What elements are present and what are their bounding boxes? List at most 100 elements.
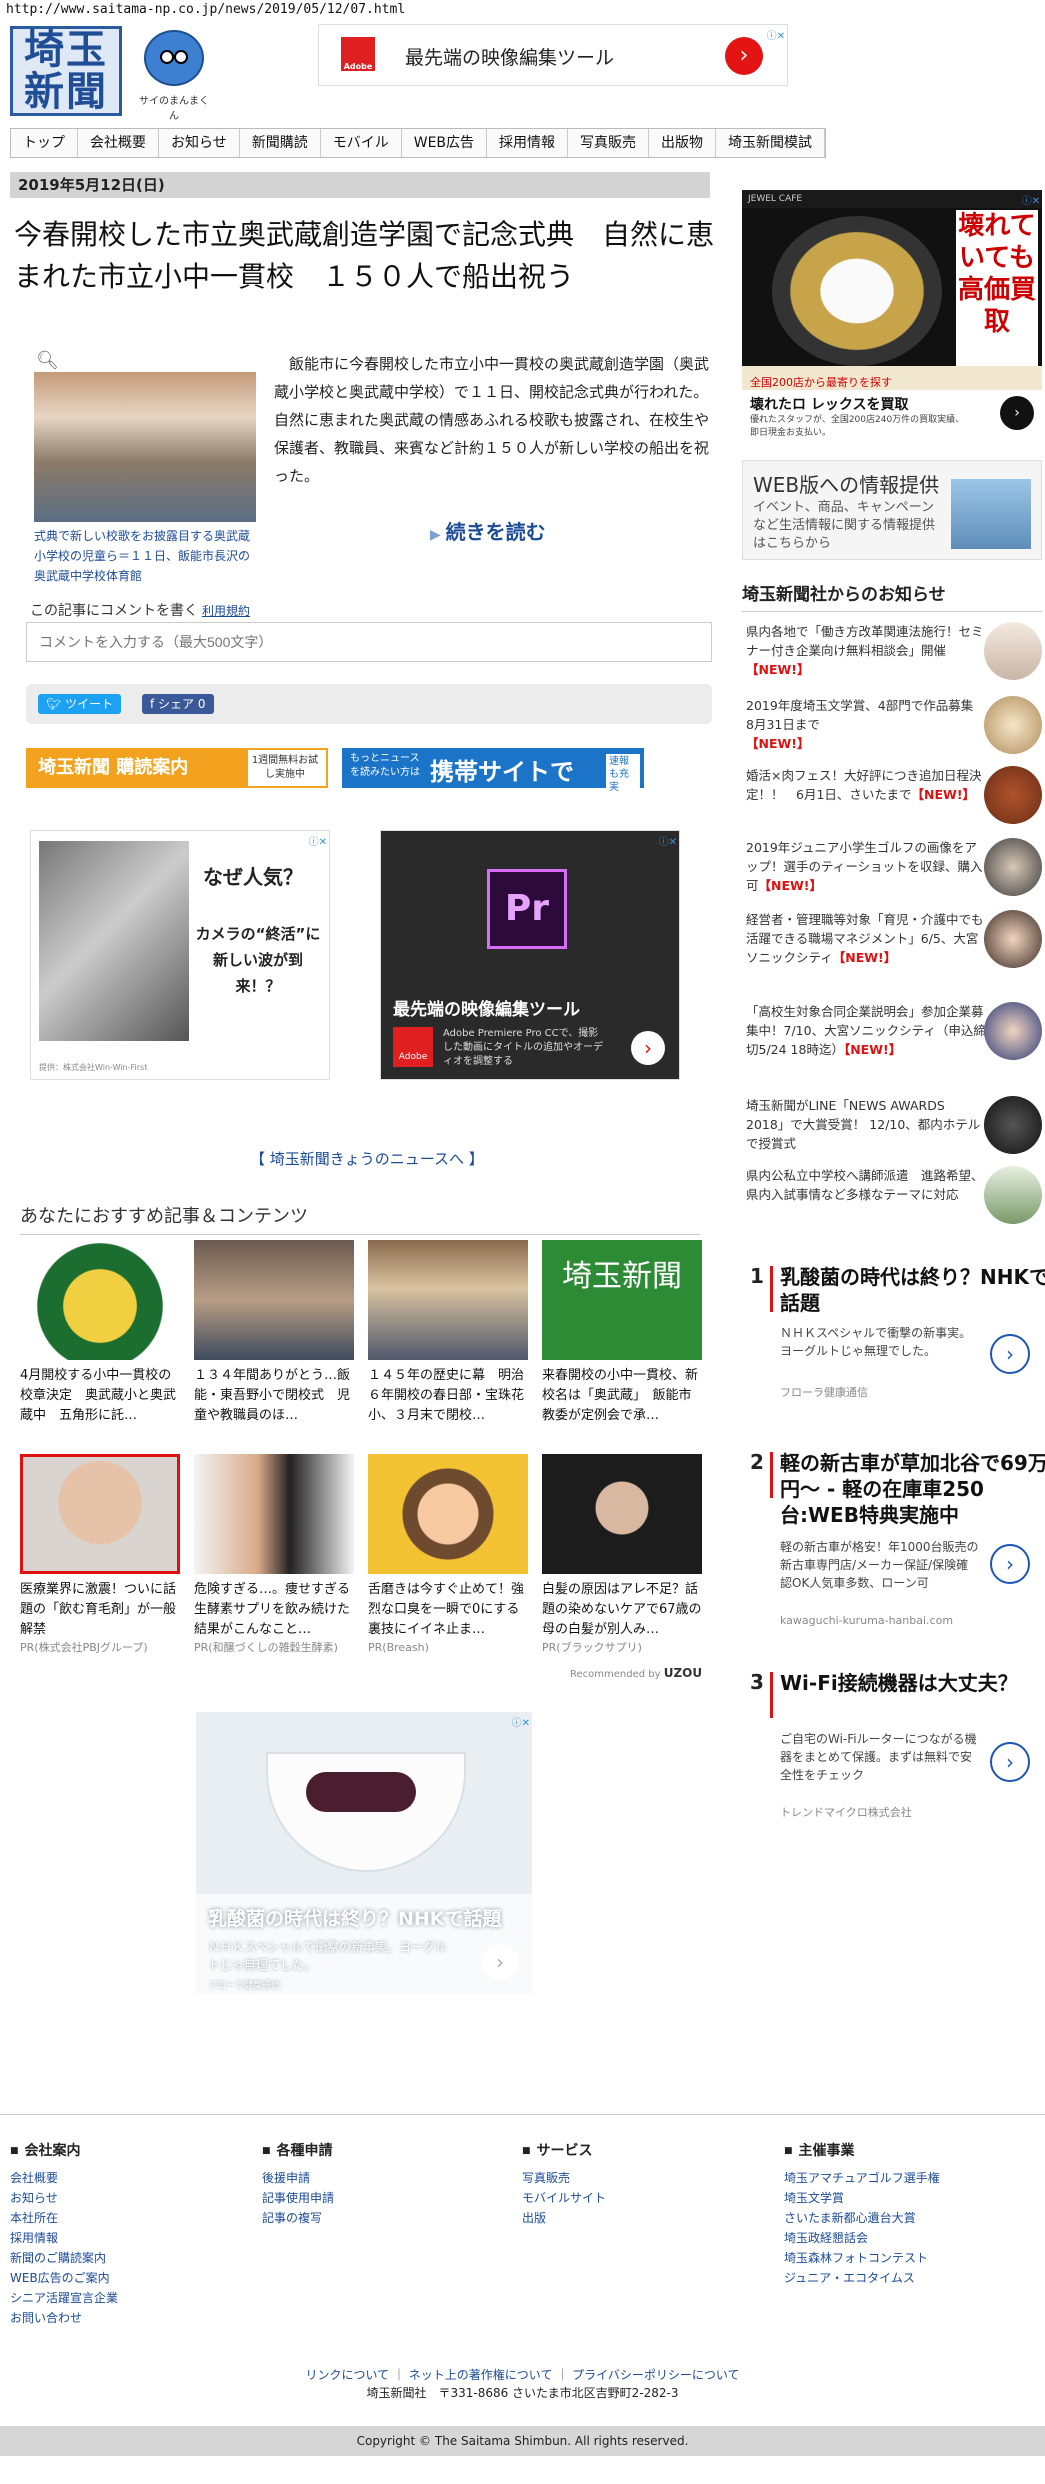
recommend-item-pr[interactable]: 舌磨きは今すぐ止めて！強烈な口臭を一瞬で0にする裏技にイイネ止ま… PR(Bre… [368,1454,528,1656]
recommend-item-pr[interactable]: 危険すぎる…。痩せすぎる生酵素サプリを飲み続けた結果がこんなこと… PR(和醸づ… [194,1454,354,1656]
footer-divider [0,2114,1045,2115]
jewel-cafe-ad[interactable]: JEWEL CAFE 壊れていても高価買取 全国200店から最寄りを探す 壊れた… [742,190,1042,440]
recommend-item[interactable]: １３４年間ありがとう…飯能・東吾野小で閉校式 児童や教職員のほ… [194,1240,354,1428]
rank-arrow-button[interactable]: › [990,1742,1030,1782]
camera-ad[interactable]: なぜ人気？ カメラの“終活”に新しい波が到来！？ 提供：株式会社Win-Win-… [30,830,330,1080]
ad-choices-icon[interactable]: ⓘ✕ [1022,192,1040,207]
footer-link[interactable]: シニア活躍宣言企業 [10,2288,230,2308]
nav-photo[interactable]: 写真販売 [568,129,650,157]
side-rank-item[interactable]: 2 軽の新古車が草加北谷で69万円〜 - 軽の在庫車250台:WEB特典実施中 … [750,1450,1045,1630]
mascot-logo[interactable]: サイのまんまくん [136,26,212,122]
mobile-banner-tag: 速報も充実 [606,754,640,795]
recommend-item-pr[interactable]: 医療業界に激震！ついに話題の「飲む育毛剤」が一般解禁 PR(株式会社PBJグルー… [20,1454,180,1656]
rank-arrow-button[interactable]: › [990,1544,1030,1584]
footer-link[interactable]: ジュニア・エコタイムス [784,2268,1004,2288]
footer-link[interactable]: お知らせ [10,2188,230,2208]
rank-arrow-button[interactable]: › [990,1334,1030,1374]
footer-link[interactable]: お問い合わせ [10,2308,230,2328]
footer-link[interactable]: 埼玉政経懇話会 [784,2228,1004,2248]
footer-link[interactable]: 会社概要 [10,2168,230,2188]
top-banner-ad[interactable]: Adobe 最先端の映像編集ツール › ⓘ✕ [318,24,788,86]
recommend-item-pr[interactable]: 白髪の原因はアレ不足？話題の染めないケアで67歳の母の白髪が別人み… PR(ブラ… [542,1454,702,1656]
nav-subscribe[interactable]: 新聞購読 [240,129,321,157]
comment-input[interactable] [26,622,712,662]
nav-recruit[interactable]: 採用情報 [487,129,569,157]
article-photo[interactable] [34,372,256,522]
footer-link[interactable]: 写真販売 [522,2168,742,2188]
footer-link[interactable]: 埼玉アマチュアゴルフ選手権 [784,2168,1004,2188]
ad-choices-icon[interactable]: ⓘ✕ [512,1714,530,1729]
footer-link[interactable]: 記事の複写 [262,2208,482,2228]
nav-top[interactable]: トップ [11,129,78,157]
footer-link[interactable]: モバイルサイト [522,2188,742,2208]
jewel-cafe-side-text: 壊れていても高価買取 [956,210,1038,370]
mobile-banner-big: 携帯サイトで [430,758,574,786]
mobile-site-banner[interactable]: もっとニュースを読みたい方は 携帯サイトで 速報も充実 [342,748,644,795]
jewel-cafe-arrow-button[interactable]: › [1000,396,1034,430]
tweet-button[interactable]: 🐦︎ ツイート [38,694,122,714]
notice-item[interactable]: 2019年度埼玉文学賞、4部門で作品募集 8月31日まで 【NEW!】 [746,696,1045,754]
recommend-thumb [194,1454,354,1574]
nav-company[interactable]: 会社概要 [78,129,159,157]
top-ad-arrow-button[interactable]: › [725,37,763,75]
footer-link[interactable]: さいたま新都心遺台大賞 [784,2208,1004,2228]
footer-link[interactable]: 出版 [522,2208,742,2228]
notice-thumb [984,766,1042,824]
notice-item[interactable]: 婚活×肉フェス！大好評につき追加日程決定！！ 6月1日、さいたまで【NEW!】 [746,766,1045,824]
zoom-icon[interactable]: 🔍︎ [36,350,59,371]
ad-choices-icon[interactable]: ⓘ✕ [309,833,327,848]
side-rank-item[interactable]: 1 乳酸菌の時代は終り？NHKで話題 ＮＨＫスペシャルで衝撃の新事実。ヨーグルト… [750,1264,1045,1404]
article-lead: 飯能市に今春開校した市立小中一貫校の奥武蔵創造学園（奥武蔵小学校と奥武蔵中学校）… [274,355,710,485]
today-news-link[interactable]: 【 埼玉新聞きょうのニュースへ 】 [250,1148,484,1169]
footer-link[interactable]: 採用情報 [10,2228,230,2248]
footer-link[interactable]: 新聞のご購読案内 [10,2248,230,2268]
info-submission-box[interactable]: WEB版への情報提供 イベント、商品、キャンペーンなど生活情報に関する情報提供は… [742,460,1042,560]
footer-link[interactable]: 本社所在 [10,2208,230,2228]
recommend-item[interactable]: 埼玉新聞 来春開校の小中一貫校、新校名は「奥武蔵」 飯能市教委が定例会で承… [542,1240,702,1428]
footer-link[interactable]: 記事使用申請 [262,2188,482,2208]
separator: ｜ [556,2368,569,2382]
terms-link[interactable]: 利用規約 [202,604,250,618]
premiere-ad[interactable]: Pr 最先端の映像編集ツール Adobe Adobe Premiere Pro … [380,830,680,1080]
nav-mobile[interactable]: モバイル [321,129,402,157]
footer-link-privacy[interactable]: プライバシーポリシーについて [572,2368,739,2382]
notice-item[interactable]: 2019年ジュニア小学生ゴルフの画像をアップ！選手のティーショットを収録、購入可… [746,838,1045,896]
notice-item[interactable]: 県内公私立中学校へ講師派遣 進路希望、県内入試事情など多様なテーマに対応 [746,1166,1045,1224]
article-headline: 今春開校した市立奥武蔵創造学園で記念式典 自然に恵まれた市立小中一貫校 １５０人… [14,218,715,293]
yogurt-ad-arrow-button[interactable]: › [482,1944,518,1980]
mascot-icon [144,30,204,86]
notice-item[interactable]: 県内各地で「働き方改革関連法施行！セミナー付き企業向け無料相談会」開催【NEW!… [746,622,1045,680]
footer-link[interactable]: WEB広告のご案内 [10,2268,230,2288]
nav-publications[interactable]: 出版物 [649,129,717,157]
nav-mock-exam[interactable]: 埼玉新聞模試 [716,129,826,157]
notice-item[interactable]: 「高校生対象合同企業説明会」参加企業募集中！7/10、大宮ソニックシティ（申込締… [746,1002,1045,1060]
recommend-thumb [20,1240,180,1360]
premiere-ad-title: 最先端の映像編集ツール [393,1000,580,1020]
recommend-item[interactable]: 4月開校する小中一貫校の校章決定 奥武蔵小と奥武蔵中 五角形に託… [20,1240,180,1428]
yogurt-ad-desc: ＮＨＫスペシャルで衝撃の新事実。ヨーグルトじゃ無理でした。 [208,1940,448,1972]
notice-item[interactable]: 経営者・管理職等対象「育児・介護中でも活躍できる職場マネジメント」6/5、大宮ソ… [746,910,1045,968]
recommended-by[interactable]: Recommended by UZOU [570,1666,702,1680]
footer-link-links[interactable]: リンクについて [305,2368,389,2382]
facebook-share-button[interactable]: f シェア 0 [142,694,214,714]
notice-text-body: 県内各地で「働き方改革関連法施行！セミナー付き企業向け無料相談会」開催 [746,624,984,658]
ad-choices-icon[interactable]: ⓘ✕ [767,27,785,42]
subscribe-banner[interactable]: 埼玉新聞 購読案内 1週間無料お試し実施中 [26,748,328,788]
notice-thumb [984,910,1042,968]
nav-notice[interactable]: お知らせ [159,129,240,157]
saitama-shimbun-logo[interactable]: 埼玉新聞 [10,26,122,116]
footer-link-copyright[interactable]: ネット上の著作権について [409,2368,553,2382]
footer-link[interactable]: 埼玉森林フォトコンテスト [784,2248,1004,2268]
read-more-link[interactable]: 続きを読む [430,516,546,545]
recommend-thumb-logo: 埼玉新聞 [542,1240,702,1360]
footer-link[interactable]: 埼玉文学賞 [784,2188,1004,2208]
recommend-item[interactable]: １４５年の歴史に幕 明治６年開校の春日部・宝珠花小、３月末で閉校… [368,1240,528,1428]
nav-web-ad[interactable]: WEB広告 [402,129,488,157]
notice-item[interactable]: 埼玉新聞がLINE「NEWS AWARDS 2018」で大賞受賞！ 12/10、… [746,1096,1045,1154]
ad-choices-icon[interactable]: ⓘ✕ [659,833,677,848]
premiere-ad-arrow-button[interactable]: › [631,1031,665,1065]
yogurt-ad[interactable]: 乳酸菌の時代は終り？NHKで話題 ＮＨＫスペシャルで衝撃の新事実。ヨーグルトじゃ… [196,1712,532,1994]
side-rank-item[interactable]: 3 Wi-Fi接続機器は大丈夫？ ご自宅のWi-Fiルーターにつながる機器をまと… [750,1670,1045,1830]
footer-link[interactable]: 後援申請 [262,2168,482,2188]
rank-desc: 軽の新古車が格安！年1000台販売の新古車専門店/メーカー保証/保険確認OK人気… [780,1540,979,1590]
